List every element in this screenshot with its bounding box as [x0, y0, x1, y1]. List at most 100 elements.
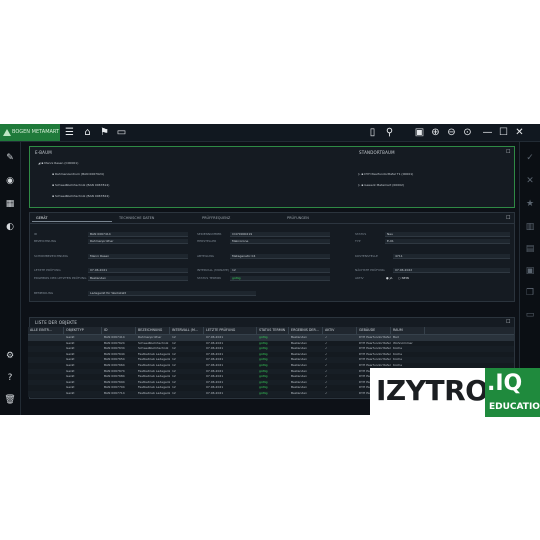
home-icon[interactable]: ⌂ — [82, 127, 93, 138]
aktiv-ja-radio[interactable]: ● JA — [386, 276, 392, 281]
naechste-pruefung-field[interactable]: 07.06.2022 — [393, 268, 510, 273]
brand-tagline: EDUCATION — [489, 402, 540, 412]
seriennummer-field[interactable]: CI479900219 — [230, 232, 330, 237]
bezeichnung-field[interactable]: Rahmenprüfner — [88, 239, 188, 244]
bezeichnung-label: BEZEICHNUNG — [34, 239, 57, 243]
column-header[interactable]: INTERVALL (M... — [170, 327, 204, 334]
help-icon[interactable]: ? — [4, 372, 16, 384]
logo-text: BOGEN METAMART — [12, 129, 60, 135]
kostenstelle-field[interactable]: 4711 — [393, 254, 510, 259]
maximize-icon[interactable]: ☐ — [498, 127, 509, 138]
aktiv-nein-label: NEIN — [401, 276, 409, 280]
tab-geraet[interactable]: GERÄT — [32, 214, 112, 222]
column-header[interactable]: RAUM — [391, 327, 425, 334]
column-header[interactable]: ALLE EINTR... — [28, 327, 64, 334]
intervall-field[interactable]: 12 — [230, 268, 330, 273]
status-termin-field: gültig — [230, 276, 330, 281]
close-icon[interactable]: ✕ — [514, 127, 525, 138]
tree-node-root[interactable]: ◢ ▪ Manni Rasen (C00001) — [38, 161, 78, 165]
column-header[interactable]: STATUS TERMIN — [257, 327, 289, 334]
column-header[interactable]: OBJEKTTYP — [64, 327, 102, 334]
panel-maximize-icon[interactable]: ☐ — [506, 149, 510, 155]
location-node-label: DYH Paarfundorttafel T1 (00001) — [364, 172, 414, 176]
brand-suffix: .IQ — [487, 371, 523, 396]
tree-node[interactable]: ▪ Schweißbohrtechnik (BAN 0067824) — [52, 194, 109, 198]
tree-node[interactable]: ▪ Schweißbohrtechnik (BAN 0067814) — [52, 183, 109, 187]
panel-maximize-icon[interactable]: ☐ — [506, 319, 510, 325]
kostenstelle-label: KOSTENSTELLE — [355, 254, 378, 258]
aktiv-ja-label: JA — [389, 276, 393, 280]
tab-pruefungen[interactable]: PRÜFUNGEN — [283, 214, 363, 222]
table-cell: gültig — [259, 391, 268, 395]
table-cell: Bestanden — [291, 391, 308, 395]
status-field[interactable]: Neu — [385, 232, 510, 237]
tree-panel: E-BAUM STANDORTBAUM ☐ ◢ ▪ Manni Rasen (C… — [29, 146, 515, 208]
settings-icon[interactable]: ⚙ — [4, 350, 16, 362]
check-icon[interactable]: ✓ — [524, 152, 536, 164]
screen-icon[interactable]: ▣ — [414, 127, 425, 138]
column-header[interactable]: AKTIV — [323, 327, 357, 334]
izytron-brand: IZYTRON .IQ EDUCATION — [370, 368, 540, 417]
minimize-icon[interactable]: — — [482, 127, 493, 138]
card-icon[interactable]: ▭ — [524, 309, 536, 321]
column-header[interactable]: ID — [102, 327, 136, 334]
wrench-icon[interactable]: ✎ — [4, 152, 16, 164]
folder-icon[interactable]: ▣ — [524, 265, 536, 277]
table-cell: Festbetrieb Ladegerät — [138, 391, 170, 395]
tab-label: PRÜFUNGEN — [287, 216, 309, 220]
typ-field[interactable]: E-01 — [385, 239, 510, 244]
tab-label: PRÜFFREQUENZ — [202, 216, 231, 220]
trash-icon[interactable]: 🗑 — [4, 394, 16, 406]
chart-icon[interactable]: ◐ — [4, 221, 16, 233]
panel-maximize-icon[interactable]: ☐ — [506, 215, 510, 221]
e-baum-title: E-BAUM — [35, 150, 52, 155]
column-header[interactable]: ERGEBNIS DER... — [289, 327, 323, 334]
building-icon[interactable]: ▦ — [4, 198, 16, 210]
ergebnis-label: ERGEBNIS DER LETZTEN PRÜFUNG — [34, 276, 87, 280]
table-cell — [28, 391, 64, 397]
delete-icon[interactable]: ▥ — [524, 221, 536, 233]
app-logo[interactable]: BOGEN METAMART — [0, 124, 60, 141]
tree-node[interactable]: ▪ Rahmenzentrum (BAN 0067924) — [52, 172, 104, 176]
location-node[interactable]: ▷ ▪ DYH Paarfundorttafel T1 (00001) — [358, 172, 413, 176]
cancel-icon[interactable]: ✕ — [524, 175, 536, 187]
schirmbezeichnung-label: SCHIRMBEZEICHNUNG — [34, 254, 68, 258]
tab-prueffrequenz[interactable]: PRÜFFREQUENZ — [198, 214, 278, 222]
aktiv-nein-radio[interactable]: ○ NEIN — [398, 276, 409, 281]
ergebnis-field[interactable]: Bestanden — [88, 276, 188, 281]
ticket-icon[interactable]: ▭ — [116, 127, 127, 138]
device-icon[interactable]: ◉ — [4, 175, 16, 187]
phone-icon[interactable]: ▯ — [367, 127, 378, 138]
copy-icon[interactable]: ❐ — [524, 287, 536, 299]
typ-label: TYP — [355, 239, 361, 243]
table-cell: BAN 0067714 — [104, 391, 125, 395]
table-header: ALLE EINTR... OBJEKTTYP ID BEZEICHNUNG I… — [28, 327, 514, 335]
location-node[interactable]: ▷ ▪ Gewerk Metamart (00002) — [358, 183, 404, 187]
schirmbezeichnung-field[interactable]: Manni Rasen — [88, 254, 188, 259]
menu-icon[interactable]: ☰ — [64, 127, 75, 138]
star-icon[interactable]: ★ — [524, 198, 536, 210]
column-header[interactable]: GEBÄUDE — [357, 327, 391, 334]
column-header[interactable]: BEZEICHNUNG — [136, 327, 170, 334]
zoom-in-icon[interactable]: ⊕ — [430, 127, 441, 138]
id-field[interactable]: BAN 0067414 — [88, 232, 188, 237]
document-icon[interactable]: ▤ — [524, 243, 536, 255]
tab-label: TECHNISCHE DATEN — [119, 216, 155, 220]
tree-node-label: Manni Rasen (C00001) — [44, 161, 79, 165]
top-bar: BOGEN METAMART ☰ ⌂ ⚑ ▭ ▯ ⚲ ▣ ⊕ ⊖ ⊙ — ☐ ✕ — [0, 124, 540, 142]
intervall-label: INTERVALL (MONATE) — [197, 268, 230, 272]
table-cell: 07.06.2021 — [206, 391, 224, 395]
tab-divider — [30, 223, 514, 224]
zoom-out-icon[interactable]: ⊖ — [446, 127, 457, 138]
zoom-reset-icon[interactable]: ⊙ — [462, 127, 473, 138]
bemerkung-field[interactable]: Ladegerät für Werkstatt — [88, 291, 256, 296]
table-cell: 12 — [172, 391, 176, 395]
abteilung-field[interactable]: Metagenetic 04 — [230, 254, 330, 259]
pin-icon[interactable]: ⚲ — [384, 127, 395, 138]
tab-technische-daten[interactable]: TECHNISCHE DATEN — [115, 214, 195, 222]
seriennummer-label: SERIENNUMMER — [197, 232, 222, 236]
bell-icon[interactable]: ⚑ — [99, 127, 110, 138]
column-header[interactable]: LETZTE PRÜFUNG — [204, 327, 257, 334]
hersteller-field[interactable]: Makrozone — [230, 239, 330, 244]
letzte-pruefung-field[interactable]: 07.06.2021 — [88, 268, 188, 273]
